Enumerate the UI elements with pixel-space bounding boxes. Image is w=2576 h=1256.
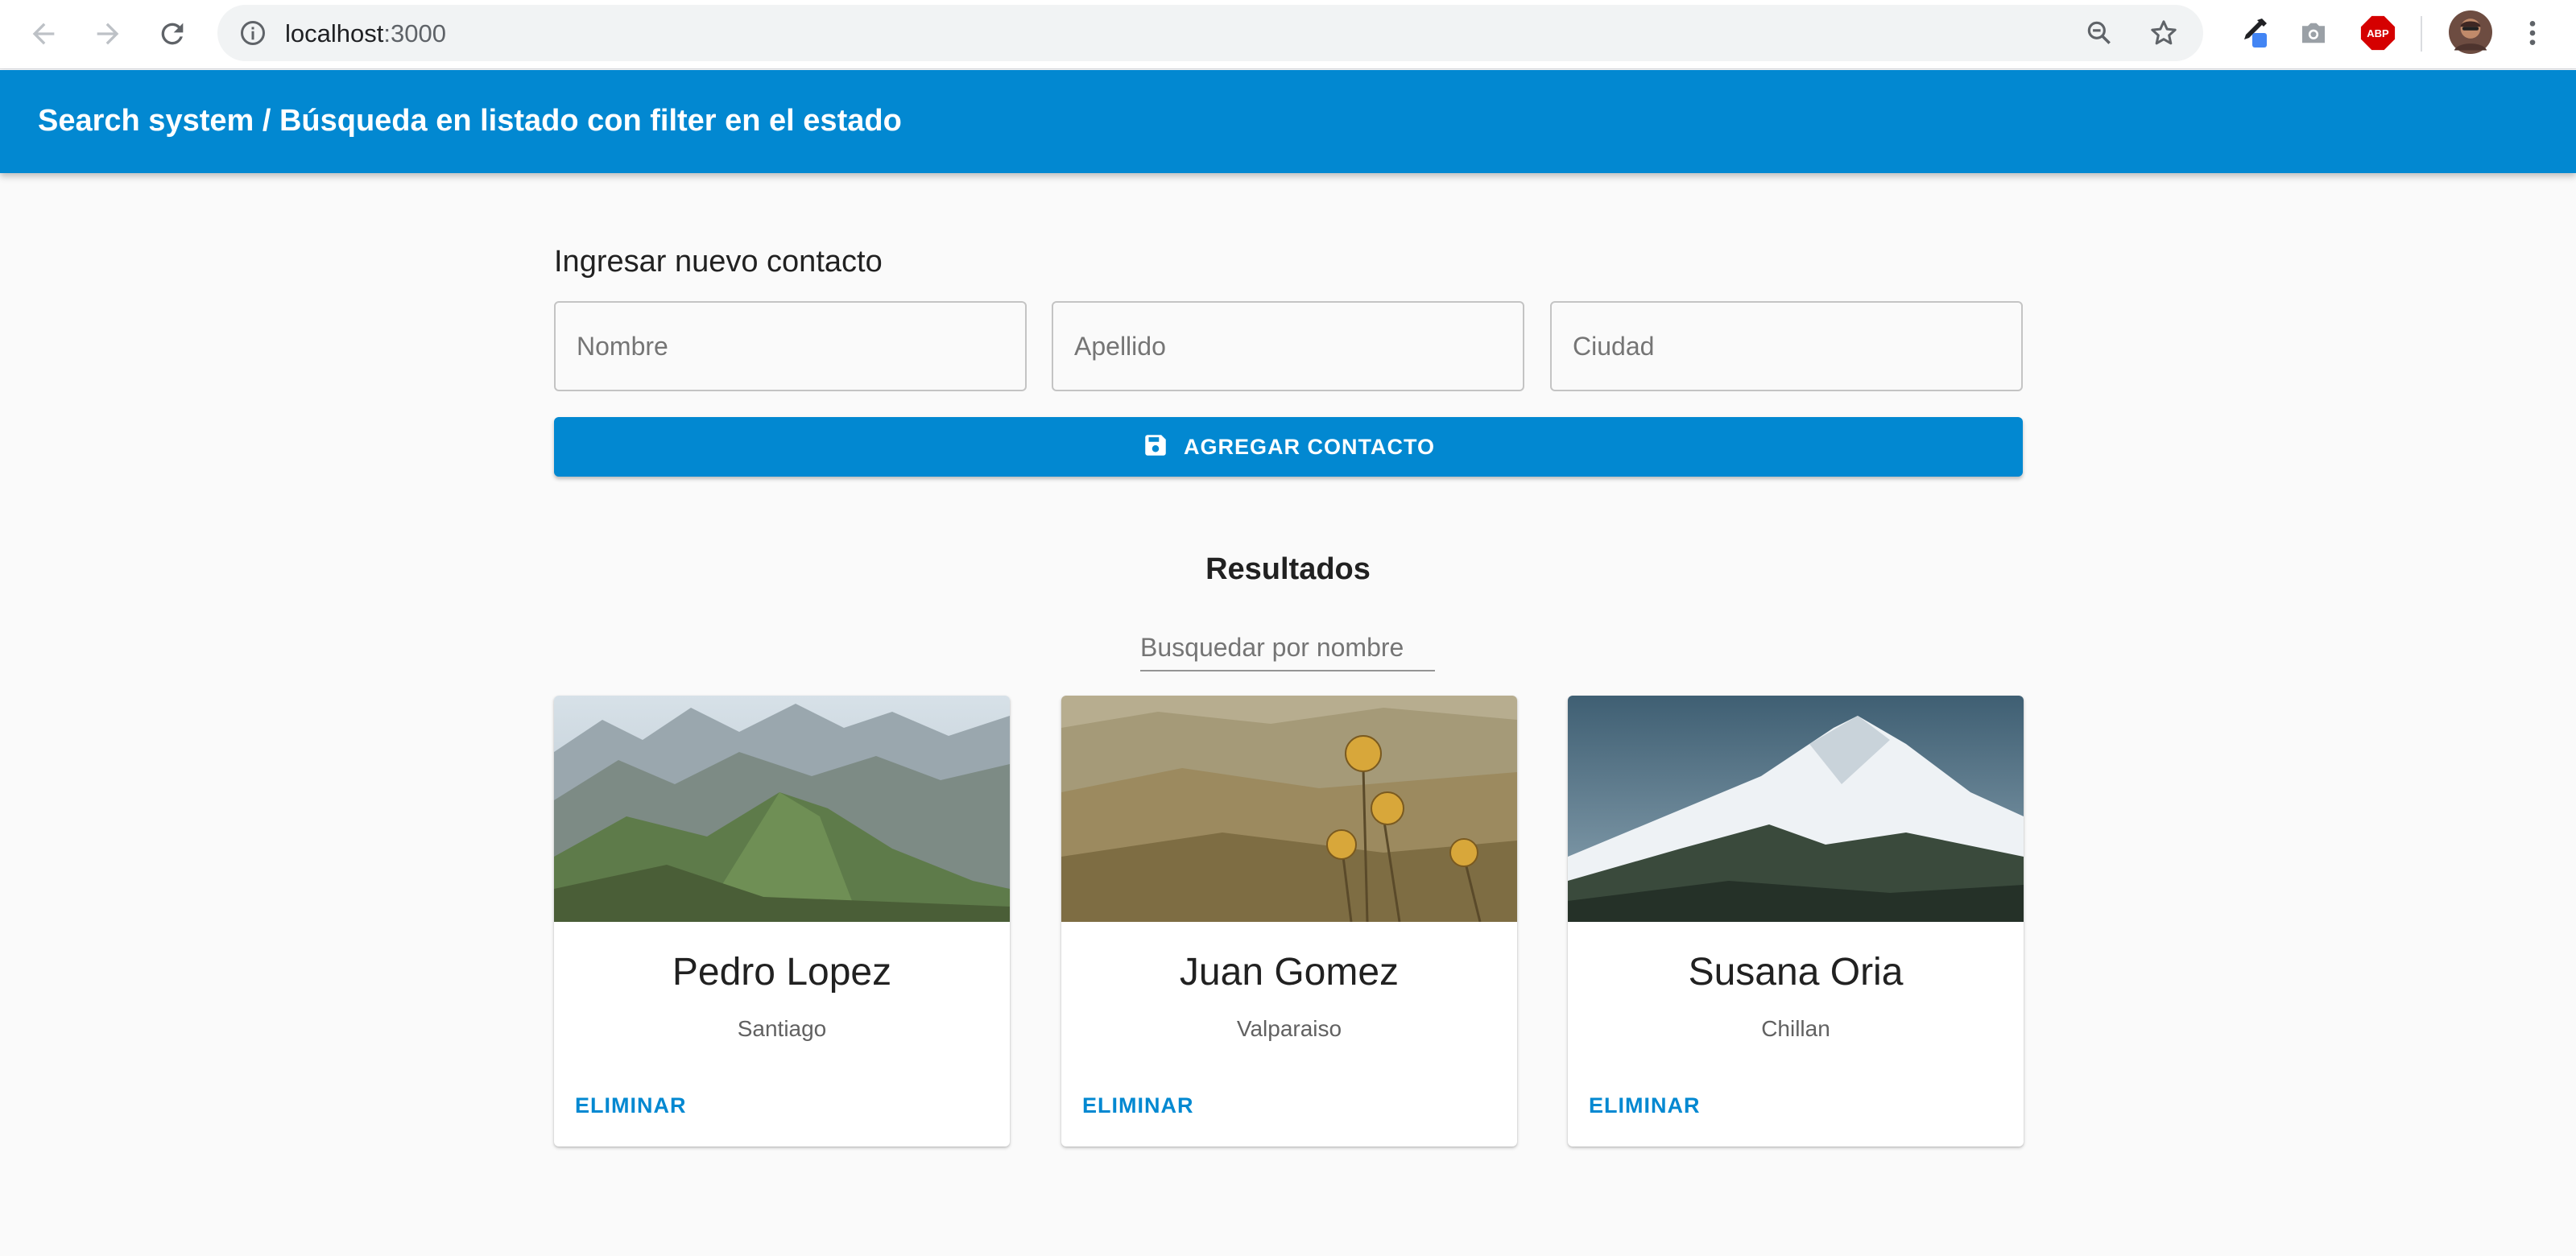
delete-button[interactable]: ELIMINAR — [1082, 1093, 1194, 1118]
reload-icon[interactable] — [150, 11, 195, 56]
url-port: :3000 — [383, 19, 446, 48]
browser-toolbar: localhost:3000 ABP — [0, 0, 2576, 69]
url-host: localhost — [285, 19, 384, 48]
ciudad-input[interactable] — [1552, 303, 2021, 390]
contact-card: Susana Oria Chillan ELIMINAR — [1568, 696, 2024, 1147]
star-icon[interactable] — [2147, 16, 2181, 50]
contact-card: Pedro Lopez Santiago ELIMINAR — [554, 696, 1010, 1147]
info-icon[interactable] — [238, 19, 267, 48]
camera-icon[interactable] — [2293, 13, 2334, 53]
contact-city: Santiago — [737, 1016, 827, 1041]
toolbar-separator — [2421, 16, 2422, 52]
back-arrow-icon[interactable] — [21, 11, 66, 56]
card-image-mountain-ridge — [554, 696, 1010, 922]
card-image-snowy-mountain — [1568, 696, 2024, 922]
url-text: localhost:3000 — [285, 19, 446, 48]
search-field-wrapper — [1140, 625, 1435, 671]
nombre-input[interactable] — [556, 303, 1025, 390]
contact-city: Chillan — [1761, 1016, 1830, 1041]
card-image-thistle — [1061, 696, 1517, 922]
app-title: Search system / Búsqueda en listado con … — [38, 104, 902, 138]
adblock-label: ABP — [2367, 27, 2389, 39]
eyedropper-icon[interactable] — [2232, 13, 2272, 53]
kebab-menu-icon[interactable] — [2512, 13, 2553, 53]
apellido-field-wrapper — [1052, 301, 1524, 391]
contact-card: Juan Gomez Valparaiso ELIMINAR — [1061, 696, 1517, 1147]
add-contact-label: AGREGAR CONTACTO — [1184, 434, 1435, 459]
contact-name: Susana Oria — [1688, 951, 1904, 994]
forward-arrow-icon[interactable] — [85, 11, 130, 56]
contact-name: Juan Gomez — [1179, 951, 1400, 994]
contact-city: Valparaiso — [1236, 1016, 1342, 1041]
contact-name: Pedro Lopez — [672, 951, 892, 994]
add-contact-button[interactable]: AGREGAR CONTACTO — [554, 417, 2023, 477]
address-bar[interactable]: localhost:3000 — [217, 5, 2203, 61]
delete-button[interactable]: ELIMINAR — [1589, 1093, 1701, 1118]
avatar[interactable] — [2448, 10, 2493, 55]
nombre-field-wrapper — [554, 301, 1027, 391]
delete-button[interactable]: ELIMINAR — [575, 1093, 687, 1118]
apellido-input[interactable] — [1053, 303, 1523, 390]
search-input[interactable] — [1140, 625, 1435, 670]
zoom-icon[interactable] — [2082, 16, 2116, 50]
form-title: Ingresar nuevo contacto — [554, 245, 883, 279]
save-icon — [1142, 432, 1169, 463]
app-bar: Search system / Búsqueda en listado con … — [0, 70, 2576, 173]
adblock-icon[interactable]: ABP — [2358, 13, 2398, 53]
results-title: Resultados — [1205, 552, 1371, 586]
ciudad-field-wrapper — [1550, 301, 2023, 391]
